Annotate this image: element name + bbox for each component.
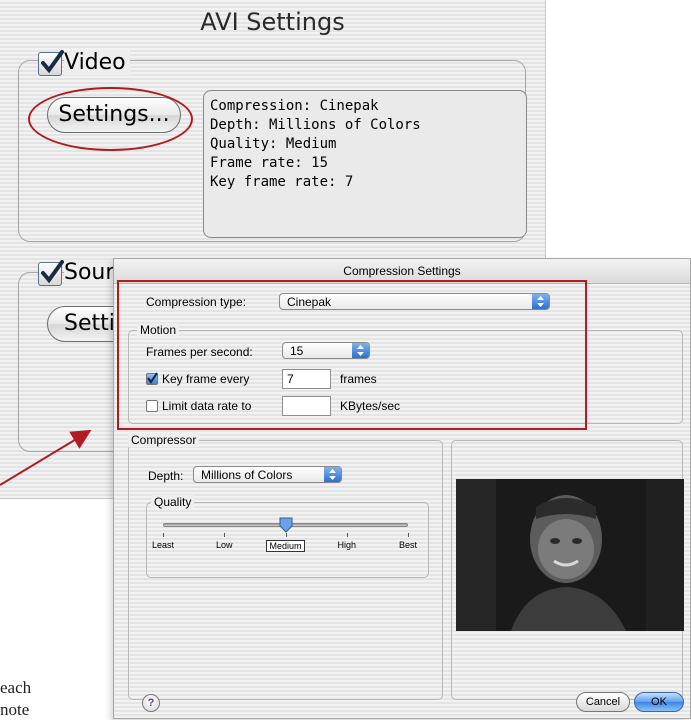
slider-tick (163, 533, 164, 537)
annotation-rectangle (117, 280, 587, 430)
slider-tick (408, 533, 409, 537)
slider-thumb[interactable] (278, 517, 294, 533)
quality-tick-label: Best (398, 540, 417, 550)
preview-image (456, 479, 684, 631)
quality-tick-label: High (337, 540, 356, 550)
quality-tick-label: Least (151, 540, 175, 550)
cancel-button[interactable]: Cancel (576, 692, 630, 712)
ok-button[interactable]: OK (634, 692, 684, 712)
help-button[interactable]: ? (142, 694, 160, 712)
quality-tick-label: Low (215, 540, 233, 550)
slider-tick (224, 533, 226, 537)
depth-label: Depth: (148, 469, 184, 483)
slider-tick (346, 533, 348, 537)
compressor-group-label: Compressor (128, 433, 200, 447)
quality-tick-label: Medium (266, 540, 305, 552)
popup-arrows-icon (324, 467, 341, 482)
slider-tick (285, 533, 287, 537)
depth-popup[interactable]: Millions of Colors (193, 466, 342, 483)
depth-value: Millions of Colors (201, 468, 293, 482)
quality-group-label: Quality (151, 495, 195, 509)
